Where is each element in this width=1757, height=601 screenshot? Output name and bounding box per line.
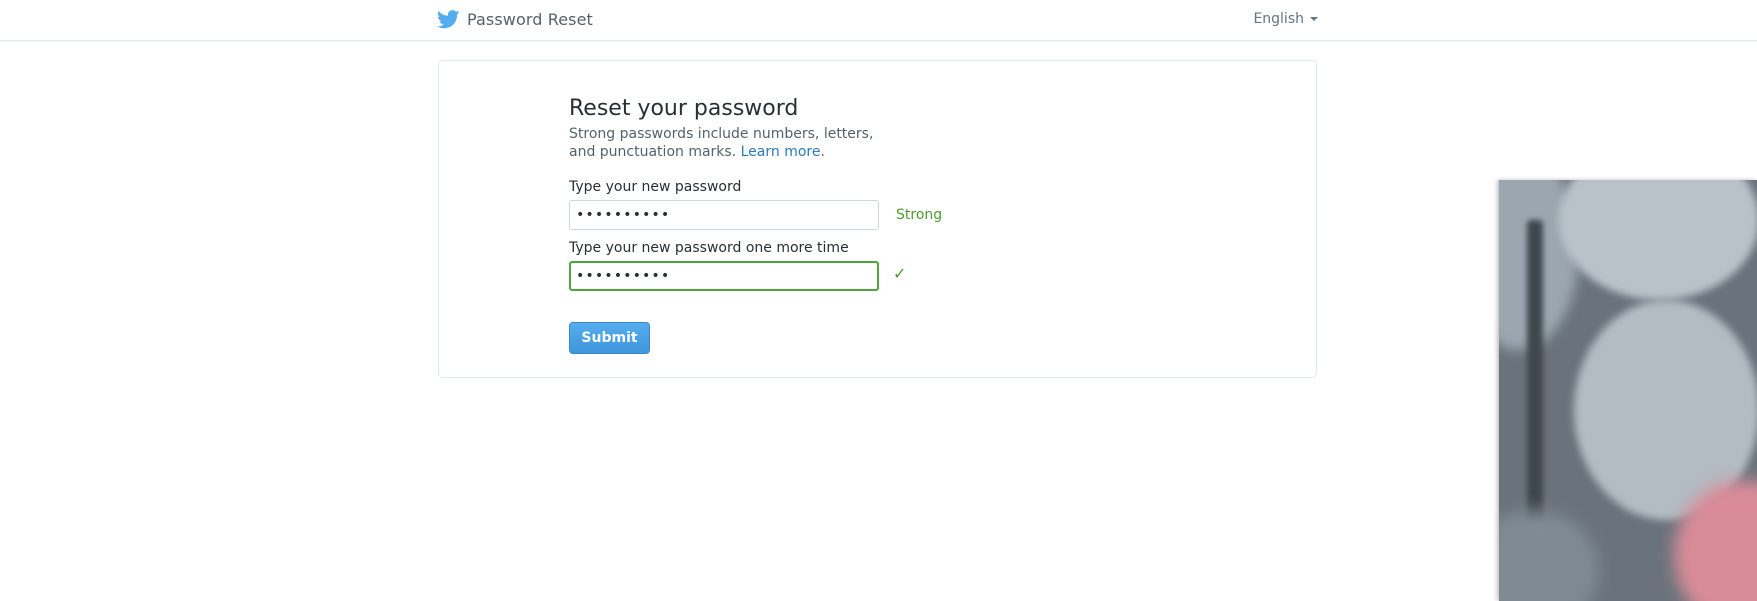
twitter-bird-icon bbox=[436, 9, 460, 29]
confirm-password-input[interactable] bbox=[569, 261, 879, 291]
description-text: Strong passwords include numbers, letter… bbox=[569, 126, 874, 160]
new-password-label: Type your new password bbox=[569, 179, 742, 195]
photo-blur-bottom bbox=[1499, 510, 1599, 601]
checkmark-icon: ✓ bbox=[893, 264, 907, 283]
password-strength: Strong bbox=[896, 207, 943, 223]
background-photo bbox=[1499, 180, 1757, 601]
chevron-down-icon bbox=[1310, 17, 1318, 21]
top-bar: Password Reset English bbox=[0, 0, 1757, 41]
learn-more-link[interactable]: Learn more bbox=[741, 144, 821, 160]
form-description: Strong passwords include numbers, letter… bbox=[569, 125, 904, 161]
description-suffix: . bbox=[820, 144, 825, 160]
photo-blur-top bbox=[1559, 180, 1757, 300]
form-heading: Reset your password bbox=[569, 96, 799, 121]
new-password-input[interactable] bbox=[569, 200, 879, 230]
language-label: English bbox=[1253, 11, 1304, 27]
language-selector[interactable]: English bbox=[1253, 11, 1318, 27]
brand[interactable]: Password Reset bbox=[436, 8, 593, 30]
submit-button[interactable]: Submit bbox=[569, 322, 650, 354]
confirm-password-label: Type your new password one more time bbox=[569, 240, 849, 256]
page-title: Password Reset bbox=[467, 9, 593, 29]
